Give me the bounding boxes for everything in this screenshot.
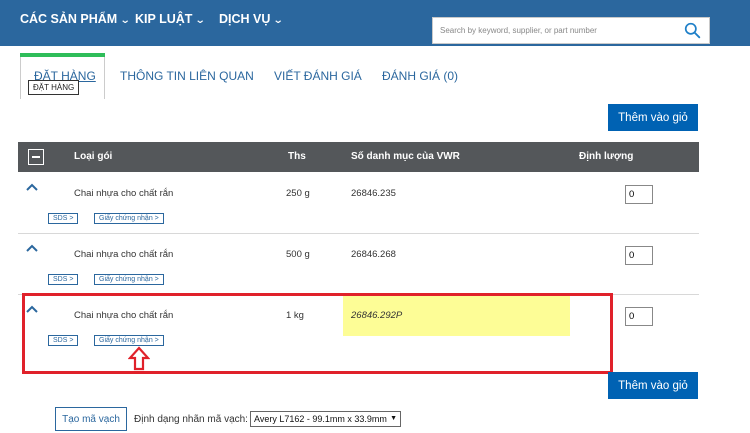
nav-regulations[interactable]: KIP LUẬT ⌄ xyxy=(135,12,207,26)
dropdown-arrow-icon: ▼ xyxy=(390,415,397,422)
search-box xyxy=(432,17,710,44)
create-barcode-button[interactable]: Tạo mã vạch xyxy=(55,407,127,431)
nav-services[interactable]: DỊCH VỤ ⌄ xyxy=(219,12,285,26)
quantity-input[interactable] xyxy=(625,185,653,204)
red-highlight-box xyxy=(22,293,613,374)
barcode-format-label: Định dạng nhãn mã vạch: xyxy=(134,414,248,425)
header-catalog-number: Số danh mục của VWR xyxy=(351,151,460,162)
quantity-input[interactable] xyxy=(625,246,653,265)
table-row: Chai nhựa cho chất rắn 500 g 26846.268 S… xyxy=(18,235,699,295)
sds-link[interactable]: SDS > xyxy=(48,274,79,285)
table-row: Chai nhựa cho chất rắn 250 g 26846.235 S… xyxy=(18,174,699,234)
row-package-type: Chai nhựa cho chất rắn xyxy=(74,249,174,260)
chevron-up-icon[interactable] xyxy=(25,182,39,192)
sds-link[interactable]: SDS > xyxy=(48,213,79,224)
header-quantity: Định lượng xyxy=(579,151,634,162)
tab-reviews[interactable]: ĐÁNH GIÁ (0) xyxy=(382,69,458,83)
header-package-type: Loại gói xyxy=(74,151,113,162)
red-arrow-up-icon xyxy=(128,346,150,371)
tab-write-review[interactable]: VIẾT ĐÁNH GIÁ xyxy=(274,69,362,83)
sds-label: SDS xyxy=(53,276,68,283)
add-to-cart-button-bottom[interactable]: Thêm vào giỏ xyxy=(608,372,698,399)
quantity-input[interactable] xyxy=(625,307,653,326)
row-catalog-number: 26846.235 xyxy=(351,188,396,199)
nav-products-label: CÁC SẢN PHẨM xyxy=(20,12,118,26)
nav-services-label: DỊCH VỤ xyxy=(219,12,271,26)
certificate-label: Giấy chứng nhận xyxy=(99,276,153,283)
row-size: 500 g xyxy=(286,249,310,260)
chevron-up-icon[interactable] xyxy=(25,243,39,253)
row-size: 250 g xyxy=(286,188,310,199)
row-package-type: Chai nhựa cho chất rắn xyxy=(74,188,174,199)
nav-regulations-label: KIP LUẬT xyxy=(135,12,193,26)
search-icon[interactable] xyxy=(684,22,701,39)
top-nav-bar: CÁC SẢN PHẨM ⌄ KIP LUẬT ⌄ DỊCH VỤ ⌄ xyxy=(0,0,750,46)
tab-tooltip: ĐẶT HÀNG xyxy=(28,80,80,95)
add-to-cart-button-top[interactable]: Thêm vào giỏ xyxy=(608,104,698,131)
chevron-down-icon: ⌄ xyxy=(195,15,207,26)
certificate-link[interactable]: Giấy chứng nhận > xyxy=(94,274,164,285)
tab-related-info[interactable]: THÔNG TIN LIÊN QUAN xyxy=(120,69,254,83)
certificate-label: Giấy chứng nhận xyxy=(99,215,153,222)
certificate-link[interactable]: Giấy chứng nhận > xyxy=(94,213,164,224)
row-catalog-number: 26846.268 xyxy=(351,249,396,260)
sds-label: SDS xyxy=(53,215,68,222)
barcode-format-value: Avery L7162 - 99.1mm x 33.9mm xyxy=(254,414,387,424)
collapse-all-icon[interactable] xyxy=(28,149,44,165)
chevron-down-icon: ⌄ xyxy=(119,15,131,26)
barcode-format-select[interactable]: Avery L7162 - 99.1mm x 33.9mm ▼ xyxy=(250,411,401,427)
table-header: Loại gói Ths Số danh mục của VWR Định lư… xyxy=(18,142,699,172)
nav-products[interactable]: CÁC SẢN PHẨM ⌄ xyxy=(20,12,131,26)
search-input[interactable] xyxy=(433,18,679,43)
header-size: Ths xyxy=(288,151,306,162)
chevron-down-icon: ⌄ xyxy=(273,15,285,26)
